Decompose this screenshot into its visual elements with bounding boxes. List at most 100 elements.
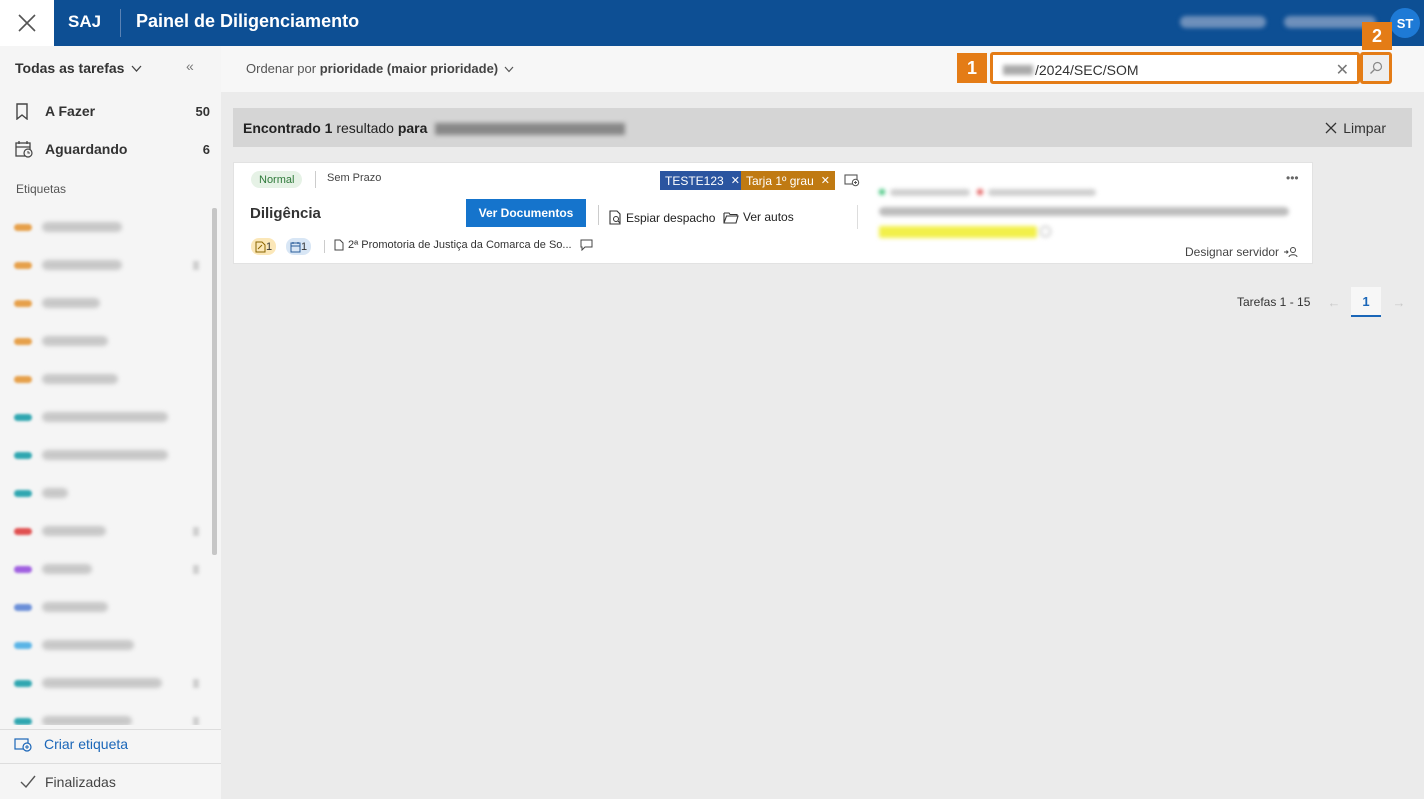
next-page-button[interactable]: →	[1384, 287, 1414, 317]
sort-dropdown[interactable]: Ordenar por prioridade (maior prioridade…	[246, 61, 514, 76]
label-item[interactable]	[6, 588, 213, 626]
label-name-blurred	[42, 412, 168, 422]
search-result-bar: Encontrado 1 resultado para Limpar	[233, 108, 1412, 147]
document-count: 1	[266, 240, 273, 253]
task-filter-dropdown[interactable]: Todas as tarefas	[15, 60, 142, 76]
divider	[324, 240, 325, 253]
tag-chip-label: TESTE123	[665, 173, 724, 188]
copy-icon[interactable]	[1040, 226, 1051, 237]
label-color-icon	[14, 641, 32, 649]
page-button-current[interactable]: 1	[1351, 287, 1381, 317]
search-value-text: /2024/SEC/SOM	[1035, 62, 1139, 78]
label-color-icon	[14, 375, 32, 383]
label-item[interactable]	[6, 208, 213, 246]
label-item[interactable]	[6, 284, 213, 322]
sidebar-item-label: Finalizadas	[45, 774, 116, 790]
sort-value: prioridade (maior prioridade)	[319, 61, 499, 76]
label-list-scrollbar[interactable]	[212, 208, 217, 555]
remove-tag-icon[interactable]: ✕	[731, 174, 740, 187]
labels-heading: Etiquetas	[16, 182, 67, 196]
check-icon	[20, 775, 36, 789]
tag-chip-tarja-1-grau[interactable]: Tarja 1º grau ✕	[741, 171, 835, 190]
label-item[interactable]	[6, 398, 213, 436]
sidebar-item-aguardando[interactable]: Aguardando 6	[15, 137, 210, 161]
document-count-badge: 1	[251, 238, 277, 255]
search-result-text: Encontrado 1 resultado para	[243, 119, 626, 136]
more-options-icon[interactable]: •••	[1286, 171, 1299, 185]
chevron-down-icon	[504, 66, 514, 73]
create-label-button[interactable]: Criar etiqueta	[14, 736, 128, 752]
process-number-blurred	[435, 122, 626, 135]
brand-logo[interactable]: SAJ	[68, 12, 101, 32]
previous-page-button[interactable]: ←	[1319, 287, 1349, 317]
label-count-blurred	[193, 260, 199, 270]
label-item[interactable]	[6, 436, 213, 474]
divider	[120, 9, 121, 37]
peek-dispatch-button[interactable]: Espiar despacho	[608, 210, 715, 225]
divider	[857, 205, 858, 229]
sidebar-item-label: Aguardando	[45, 141, 128, 157]
arrow-right-icon: →	[1392, 294, 1406, 310]
label-color-icon	[14, 679, 32, 687]
search-value-blurred	[1003, 65, 1033, 75]
search-input[interactable]: /2024/SEC/SOM ✕	[990, 52, 1360, 84]
label-list	[6, 208, 213, 725]
view-case-files-button[interactable]: Ver autos	[723, 210, 794, 224]
sidebar-item-a-fazer[interactable]: A Fazer 50	[15, 99, 210, 123]
status-dot-green	[879, 189, 885, 195]
assign-user-label: Designar servidor	[1185, 245, 1280, 259]
result-suffix: para	[397, 119, 428, 136]
label-name-blurred	[42, 564, 92, 574]
close-icon	[1325, 122, 1337, 133]
bookmark-icon	[15, 102, 37, 120]
sidebar: Todas as tarefas « A Fazer 50 Aguardando…	[0, 46, 221, 799]
close-button[interactable]	[0, 0, 54, 46]
folder-open-icon	[723, 211, 739, 224]
task-card[interactable]: Normal Sem Prazo TESTE123 ✕ Tarja 1º gra…	[233, 162, 1313, 264]
clear-results-label: Limpar	[1343, 119, 1386, 136]
label-name-blurred	[42, 260, 122, 270]
clear-search-icon[interactable]: ✕	[1336, 60, 1349, 80]
origin-organ-text: 2ª Promotoria de Justiça da Comarca de S…	[348, 239, 572, 251]
label-color-icon	[14, 489, 32, 497]
label-item[interactable]	[6, 550, 213, 588]
toolbar: Ordenar por prioridade (maior prioridade…	[221, 22, 1424, 92]
comment-icon[interactable]	[580, 239, 593, 251]
label-item[interactable]	[6, 702, 213, 725]
label-item[interactable]	[6, 664, 213, 702]
clear-results-button[interactable]: Limpar	[1325, 120, 1386, 136]
add-label-button[interactable]	[844, 173, 860, 190]
collapse-sidebar-button[interactable]: «	[186, 58, 194, 74]
origin-organ: 2ª Promotoria de Justiça da Comarca de S…	[334, 239, 593, 251]
label-name-blurred	[42, 222, 122, 232]
label-item[interactable]	[6, 512, 213, 550]
peek-dispatch-label: Espiar despacho	[626, 210, 716, 225]
status-dot-red	[977, 189, 983, 195]
app-title: Painel de Diligenciamento	[136, 11, 360, 31]
user-avatar[interactable]: ST	[1390, 8, 1420, 38]
label-item[interactable]	[6, 360, 213, 398]
label-item[interactable]	[6, 246, 213, 284]
sidebar-item-count: 50	[195, 103, 210, 119]
highlighted-process-number-blurred	[879, 226, 1037, 238]
tag-chip-teste123[interactable]: TESTE123 ✕	[660, 171, 745, 190]
task-title[interactable]: Diligência	[250, 205, 321, 222]
task-filter-label: Todas as tarefas	[15, 60, 125, 76]
user-info-blurred	[1180, 16, 1266, 28]
label-item[interactable]	[6, 626, 213, 664]
remove-tag-icon[interactable]: ✕	[821, 174, 830, 187]
label-item[interactable]	[6, 474, 213, 512]
assign-user-button[interactable]: Designar servidor	[1185, 245, 1299, 259]
party-name-blurred	[890, 189, 970, 196]
sidebar-item-finalizadas[interactable]: Finalizadas	[20, 774, 116, 790]
label-item[interactable]	[6, 322, 213, 360]
divider	[0, 729, 221, 730]
tag-chip-label: Tarja 1º grau	[746, 173, 814, 188]
search-button[interactable]	[1360, 52, 1392, 84]
arrow-left-icon: ←	[1327, 294, 1341, 310]
calendar-icon	[290, 241, 301, 252]
label-name-blurred	[42, 526, 106, 536]
label-color-icon	[14, 565, 32, 573]
edit-document-icon	[255, 241, 266, 252]
view-documents-button[interactable]: Ver Documentos	[466, 199, 586, 227]
